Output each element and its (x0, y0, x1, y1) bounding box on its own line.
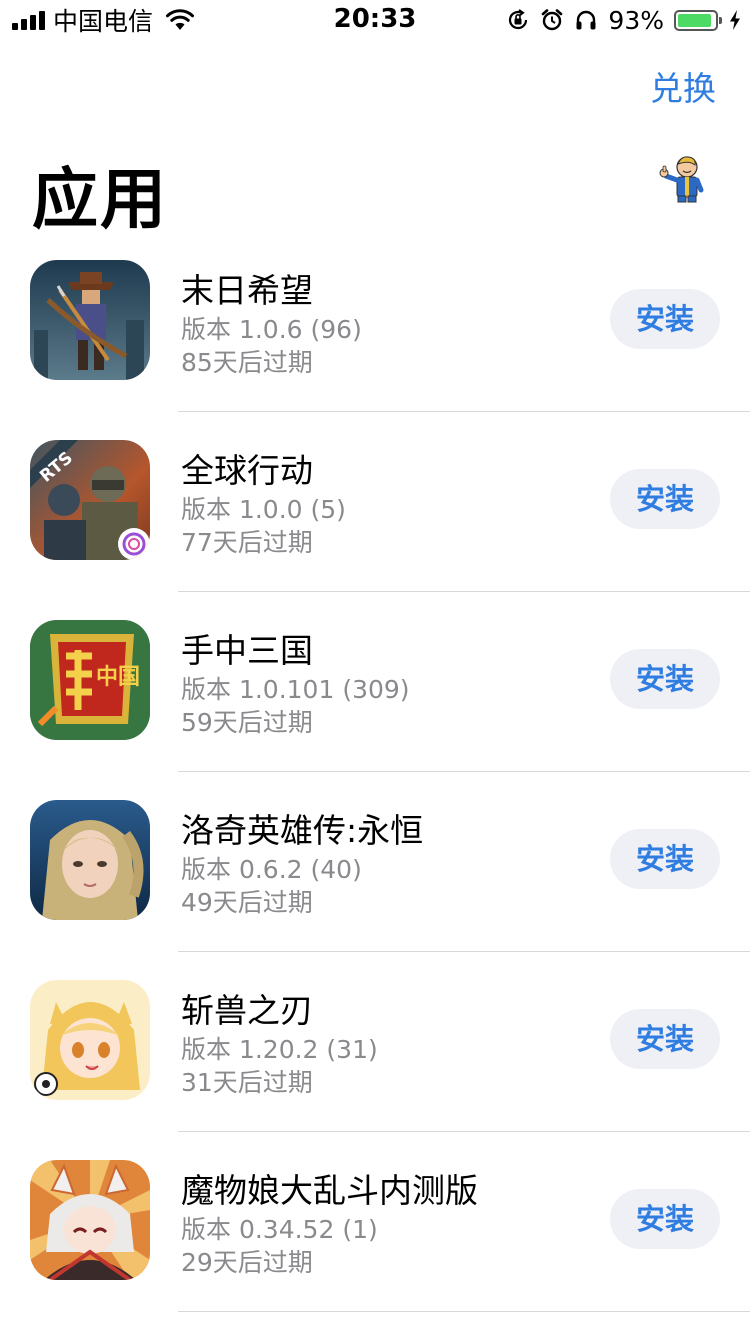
fox-girl-app-icon (30, 1160, 150, 1280)
battery-percent: 93% (608, 5, 664, 35)
app-expiry: 49天后过期 (181, 888, 313, 917)
app-version: 版本 1.0.101 (309) (181, 675, 410, 704)
install-button[interactable]: 安装 (610, 469, 720, 529)
battery-icon (674, 9, 722, 31)
install-button[interactable]: 安装 (610, 289, 720, 349)
icon-text-zhongguo: 中国 (96, 665, 140, 690)
page-title: 应用 (32, 161, 168, 238)
app-row[interactable]: 洛奇英雄传:永恒 版本 0.6.2 (40) 49天后过期 安装 (0, 772, 750, 952)
app-name: 魔物娘大乱斗内测版 (181, 1171, 478, 1210)
app-row[interactable]: 末日希望 版本 1.0.6 (96) 85天后过期 安装 (0, 232, 750, 412)
app-expiry: 85天后过期 (181, 348, 313, 377)
install-button[interactable]: 安装 (610, 1189, 720, 1249)
anime-girl-app-icon (30, 980, 150, 1100)
heroine-app-icon (30, 800, 150, 920)
three-kingdoms-app-icon: 中国 (30, 620, 150, 740)
app-version: 版本 0.6.2 (40) (181, 855, 362, 884)
soldier-app-icon: RTS (30, 440, 150, 560)
app-name: 手中三国 (181, 631, 313, 670)
account-avatar-icon[interactable] (656, 152, 708, 204)
status-right: 93% (506, 5, 742, 35)
headphones-icon (576, 10, 596, 30)
archer-app-icon (30, 260, 150, 380)
app-name: 末日希望 (181, 271, 313, 310)
app-row[interactable]: 斩兽之刃 版本 1.20.2 (31) 31天后过期 安装 (0, 952, 750, 1132)
install-button[interactable]: 安装 (610, 1009, 720, 1069)
install-button[interactable]: 安装 (610, 829, 720, 889)
alarm-icon (542, 9, 563, 31)
battery-level-fill (678, 13, 712, 27)
status-bar: 中国电信 20:33 93% (0, 0, 750, 40)
app-expiry: 31天后过期 (181, 1068, 313, 1097)
orientation-lock-icon (509, 9, 528, 30)
app-list: 末日希望 版本 1.0.6 (96) 85天后过期 安装 RTS 全球行动 版本… (0, 232, 750, 1312)
app-expiry: 59天后过期 (181, 708, 313, 737)
redeem-button[interactable]: 兑换 (650, 62, 716, 110)
app-row[interactable]: RTS 全球行动 版本 1.0.0 (5) 77天后过期 安装 (0, 412, 750, 592)
app-name: 全球行动 (181, 451, 313, 490)
app-version: 版本 1.0.6 (96) (181, 315, 362, 344)
install-button[interactable]: 安装 (610, 649, 720, 709)
charging-bolt-icon (730, 10, 740, 30)
divider (178, 1311, 750, 1312)
app-row[interactable]: 中国 手中三国 版本 1.0.101 (309) 59天后过期 安装 (0, 592, 750, 772)
app-version: 版本 1.0.0 (5) (181, 495, 346, 524)
app-expiry: 29天后过期 (181, 1248, 313, 1277)
app-version: 版本 1.20.2 (31) (181, 1035, 378, 1064)
app-expiry: 77天后过期 (181, 528, 313, 557)
app-name: 洛奇英雄传:永恒 (181, 811, 424, 850)
app-row[interactable]: 魔物娘大乱斗内测版 版本 0.34.52 (1) 29天后过期 安装 (0, 1132, 750, 1312)
app-name: 斩兽之刃 (181, 991, 313, 1030)
app-version: 版本 0.34.52 (1) (181, 1215, 378, 1244)
